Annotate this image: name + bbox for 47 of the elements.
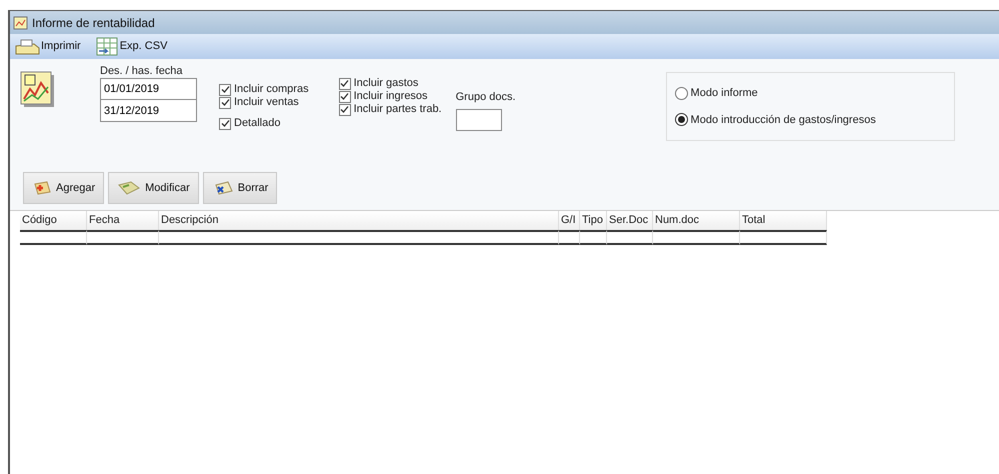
action-button[interactable]: Modificar: [108, 172, 199, 204]
column-header[interactable]: Ser.Doc: [607, 211, 653, 230]
radio-button[interactable]: [674, 86, 688, 100]
date-range-label: Des. / has. fecha: [100, 65, 184, 78]
date-to-field[interactable]: 31/12/2019: [100, 100, 197, 122]
checkbox-label: Incluir ventas: [234, 96, 299, 109]
checkbox-label: Detallado: [234, 117, 280, 130]
checkbox[interactable]: [219, 84, 231, 96]
window-title: Informe de rentabilidad: [32, 14, 155, 32]
checkbox[interactable]: [338, 90, 351, 102]
table-cell: [607, 230, 653, 245]
column-header[interactable]: Descripción: [159, 211, 559, 230]
folder-icon: [117, 180, 142, 196]
table-cell: [559, 230, 580, 245]
date-from-field[interactable]: 01/01/2019: [100, 78, 197, 100]
radio-button[interactable]: [674, 113, 688, 126]
checkbox[interactable]: [338, 104, 351, 116]
action-button[interactable]: Borrar: [202, 172, 278, 204]
checkbox-label: Incluir ingresos: [354, 90, 428, 103]
group-docs-label: Grupo docs.: [456, 90, 516, 105]
checkbox[interactable]: [338, 78, 351, 90]
checkbox-label: Incluir compras: [234, 83, 309, 96]
checkbox-label: Incluir gastos: [354, 77, 418, 90]
table-cell: [87, 230, 159, 245]
column-header[interactable]: Tipo: [580, 211, 607, 230]
radio-label: Modo introducción de gastos/ingresos: [690, 112, 876, 128]
action-button[interactable]: Agregar: [23, 172, 104, 204]
add-icon: [32, 180, 52, 196]
report-icon: [13, 16, 28, 30]
radio-label: Modo informe: [690, 86, 758, 101]
table-cell: [20, 230, 87, 245]
checkbox[interactable]: [219, 118, 231, 130]
column-header[interactable]: Total: [740, 211, 827, 230]
chart-report-icon: [20, 71, 56, 109]
checkbox-label: Incluir partes trab.: [354, 103, 442, 116]
column-header[interactable]: G/I: [559, 211, 580, 230]
column-header[interactable]: Num.doc: [653, 211, 740, 230]
toolbar-button[interactable]: Imprimir: [14, 38, 81, 56]
column-header[interactable]: Código: [20, 211, 87, 230]
spreadsheet-icon: [94, 36, 119, 56]
toolbar-button[interactable]: Exp. CSV: [94, 36, 168, 56]
group-docs-field[interactable]: [456, 108, 502, 130]
column-header[interactable]: Fecha: [87, 211, 159, 230]
checkmark-icon: [220, 119, 230, 128]
table-cell: [580, 230, 607, 245]
printer-icon: [14, 38, 40, 56]
checkbox[interactable]: [219, 96, 231, 108]
